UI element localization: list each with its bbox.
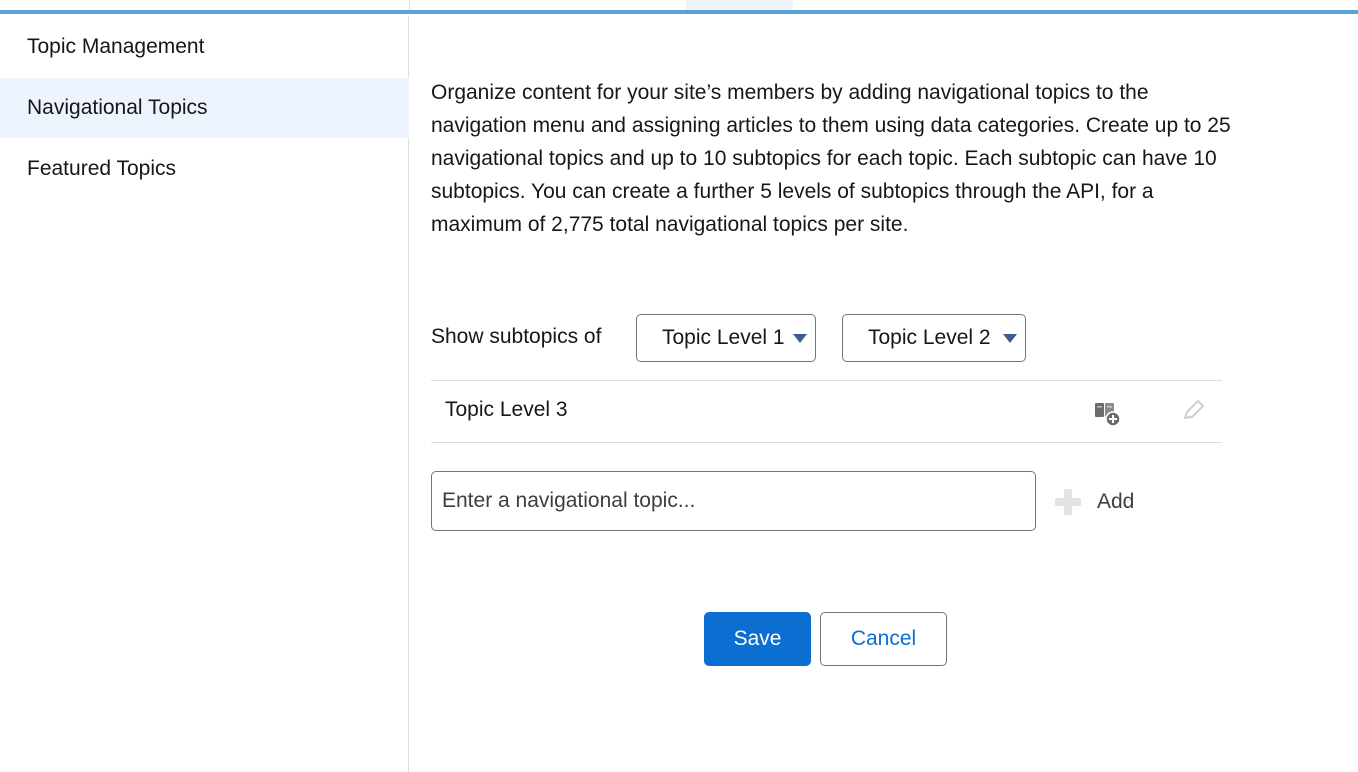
pencil-icon[interactable] <box>1179 397 1207 425</box>
sidebar-item-label: Featured Topics <box>27 157 177 180</box>
top-accent-line <box>0 10 1358 14</box>
navigational-topic-input[interactable] <box>431 471 1036 531</box>
caret-down-icon <box>793 334 807 343</box>
add-topic-button[interactable]: Add <box>1053 482 1134 522</box>
top-tab-indicator <box>686 0 793 10</box>
sidebar-item-featured-topics[interactable]: Featured Topics <box>0 139 409 199</box>
filter-label: Show subtopics of <box>431 325 602 348</box>
save-button[interactable]: Save <box>704 612 811 666</box>
page-description: Organize content for your site’s members… <box>431 81 1231 236</box>
select-value: Topic Level 2 <box>868 326 991 349</box>
sidebar-item-navigational-topics[interactable]: Navigational Topics <box>0 78 409 138</box>
topic-level-1-select[interactable]: Topic Level 1 <box>636 314 816 362</box>
main-content: Organize content for your site’s members… <box>431 16 1331 772</box>
select-value: Topic Level 1 <box>662 326 785 349</box>
add-label: Add <box>1097 490 1135 513</box>
assign-articles-icon[interactable] <box>1093 399 1123 429</box>
top-bar <box>0 0 1358 16</box>
sidebar-item-topic-management[interactable]: Topic Management <box>0 17 409 77</box>
sidebar-item-label: Topic Management <box>27 35 205 58</box>
sidebar-item-label: Navigational Topics <box>27 96 208 119</box>
topic-name: Topic Level 3 <box>445 398 568 421</box>
plus-icon <box>1053 487 1083 517</box>
cancel-button[interactable]: Cancel <box>820 612 947 666</box>
topic-row: Topic Level 3 <box>431 380 1222 443</box>
caret-down-icon <box>1003 334 1017 343</box>
topic-level-2-select[interactable]: Topic Level 2 <box>842 314 1026 362</box>
sidebar: Topic Management Navigational Topics Fea… <box>0 16 409 772</box>
top-divider <box>409 0 410 10</box>
